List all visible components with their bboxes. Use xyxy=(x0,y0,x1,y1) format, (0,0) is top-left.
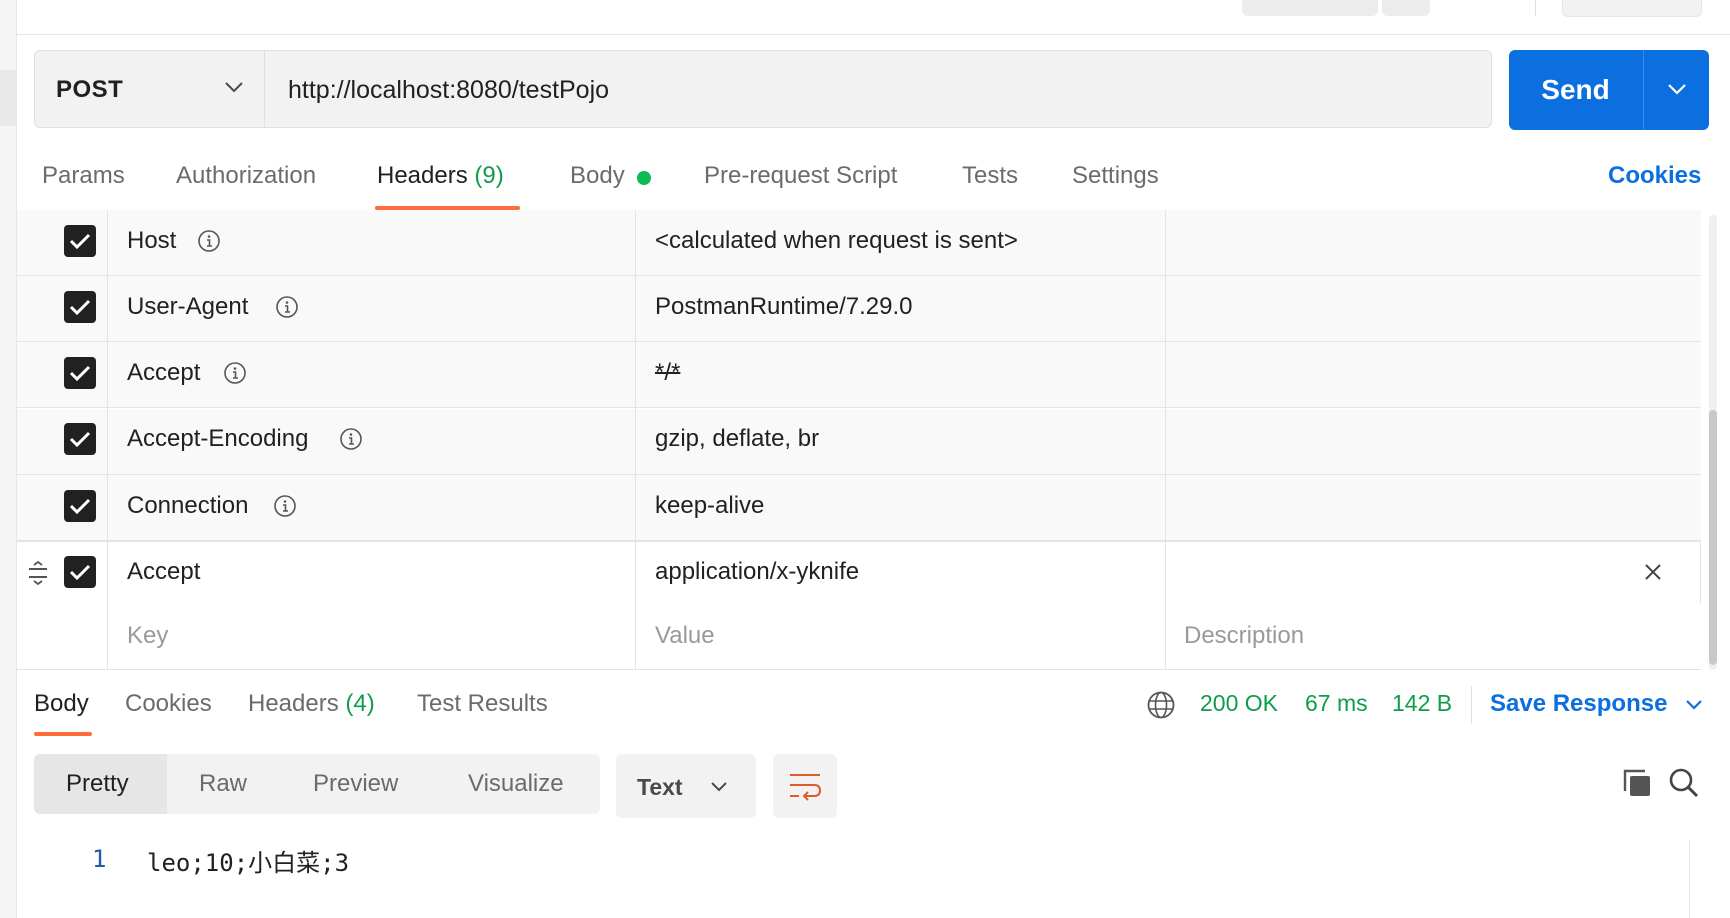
header-checkbox[interactable] xyxy=(64,490,96,522)
info-icon[interactable] xyxy=(273,494,297,518)
cookies-link[interactable]: Cookies xyxy=(1608,162,1701,190)
save-response-button[interactable]: Save Response xyxy=(1490,690,1667,718)
header-value: */* xyxy=(655,359,681,386)
tab-headers-count: (9) xyxy=(474,162,504,189)
column-divider xyxy=(1165,210,1166,670)
tab-params[interactable]: Params xyxy=(42,162,125,190)
drag-handle-icon[interactable] xyxy=(27,561,49,585)
divider xyxy=(1471,686,1472,724)
chevron-down-icon xyxy=(711,782,727,792)
response-size[interactable]: 142 B xyxy=(1392,690,1452,717)
header-checkbox[interactable] xyxy=(64,423,96,455)
key-input[interactable]: Key xyxy=(127,622,168,650)
info-icon[interactable] xyxy=(197,229,221,253)
wrap-lines-icon xyxy=(790,774,822,801)
top-toolbar-button[interactable] xyxy=(1242,0,1378,16)
method-label: POST xyxy=(56,76,124,103)
format-preview[interactable]: Preview xyxy=(313,770,398,798)
info-icon[interactable] xyxy=(339,427,363,451)
response-tab-headers-label: Headers xyxy=(248,690,339,717)
active-response-tab-indicator xyxy=(34,732,92,736)
header-value: <calculated when request is sent> xyxy=(655,227,1018,254)
column-divider xyxy=(635,210,636,670)
body-indicator-dot xyxy=(637,171,651,185)
line-number: 1 xyxy=(92,845,107,873)
copy-icon[interactable] xyxy=(1621,767,1653,799)
close-icon[interactable] xyxy=(1643,562,1663,582)
table-row xyxy=(17,475,1701,541)
editor-edge xyxy=(1689,840,1690,918)
send-options-chevron-icon[interactable] xyxy=(1666,82,1688,96)
status-code[interactable]: 200 OK xyxy=(1200,690,1278,717)
header-checkbox[interactable] xyxy=(64,225,96,257)
top-divider xyxy=(1535,0,1536,16)
send-label: Send xyxy=(1541,74,1610,105)
header-key: Accept xyxy=(127,359,201,386)
description-input[interactable]: Description xyxy=(1184,622,1304,650)
send-divider xyxy=(1643,50,1644,130)
header-checkbox[interactable] xyxy=(64,357,96,389)
info-icon[interactable] xyxy=(275,295,299,319)
response-tab-headers-count: (4) xyxy=(345,690,375,717)
info-icon[interactable] xyxy=(223,361,247,385)
response-body-text[interactable]: leo;10;小白菜;3 xyxy=(147,843,349,878)
table-row xyxy=(17,342,1701,408)
new-header-row xyxy=(17,604,1701,670)
left-gutter xyxy=(0,0,17,918)
format-visualize[interactable]: Visualize xyxy=(468,770,564,798)
header-value: PostmanRuntime/7.29.0 xyxy=(655,293,913,320)
tab-pre-request-script[interactable]: Pre-request Script xyxy=(704,162,897,190)
header-checkbox[interactable] xyxy=(64,291,96,323)
tab-headers[interactable]: Headers (9) xyxy=(377,162,504,190)
chevron-down-icon[interactable] xyxy=(1684,698,1704,712)
header-value[interactable]: application/x-yknife xyxy=(655,558,859,586)
tab-headers-label: Headers xyxy=(377,162,468,189)
tab-body[interactable]: Body xyxy=(570,162,625,190)
tab-authorization[interactable]: Authorization xyxy=(176,162,316,190)
response-tab-test-results[interactable]: Test Results xyxy=(417,690,548,718)
globe-icon[interactable] xyxy=(1146,690,1176,720)
response-tab-body[interactable]: Body xyxy=(34,690,89,718)
value-input[interactable]: Value xyxy=(655,622,715,650)
scrollbar-thumb[interactable] xyxy=(1709,410,1717,665)
header-value: keep-alive xyxy=(655,492,765,519)
header-key: Accept-Encoding xyxy=(127,425,309,452)
header-key: Host xyxy=(127,227,177,254)
header-value: gzip, deflate, br xyxy=(655,425,820,452)
top-toolbar-button-2[interactable] xyxy=(1382,0,1430,16)
response-type-label: Text xyxy=(637,774,683,800)
tab-settings[interactable]: Settings xyxy=(1072,162,1159,190)
response-tab-cookies[interactable]: Cookies xyxy=(125,690,212,718)
format-raw[interactable]: Raw xyxy=(199,770,247,798)
header-key: User-Agent xyxy=(127,293,249,320)
response-time[interactable]: 67 ms xyxy=(1305,690,1368,717)
header-key: Connection xyxy=(127,492,249,519)
search-icon[interactable] xyxy=(1668,767,1700,799)
header-checkbox[interactable] xyxy=(64,556,96,588)
top-bar xyxy=(17,0,1730,35)
response-tab-headers[interactable]: Headers (4) xyxy=(248,690,375,718)
url-text: http://localhost:8080/testPojo xyxy=(288,76,610,104)
top-toggle[interactable] xyxy=(1562,0,1702,17)
chevron-down-icon xyxy=(225,82,243,93)
left-gutter-marker xyxy=(0,70,16,126)
tab-tests[interactable]: Tests xyxy=(962,162,1018,190)
column-divider xyxy=(107,210,108,670)
header-key[interactable]: Accept xyxy=(127,558,200,586)
format-pretty[interactable]: Pretty xyxy=(66,770,129,798)
